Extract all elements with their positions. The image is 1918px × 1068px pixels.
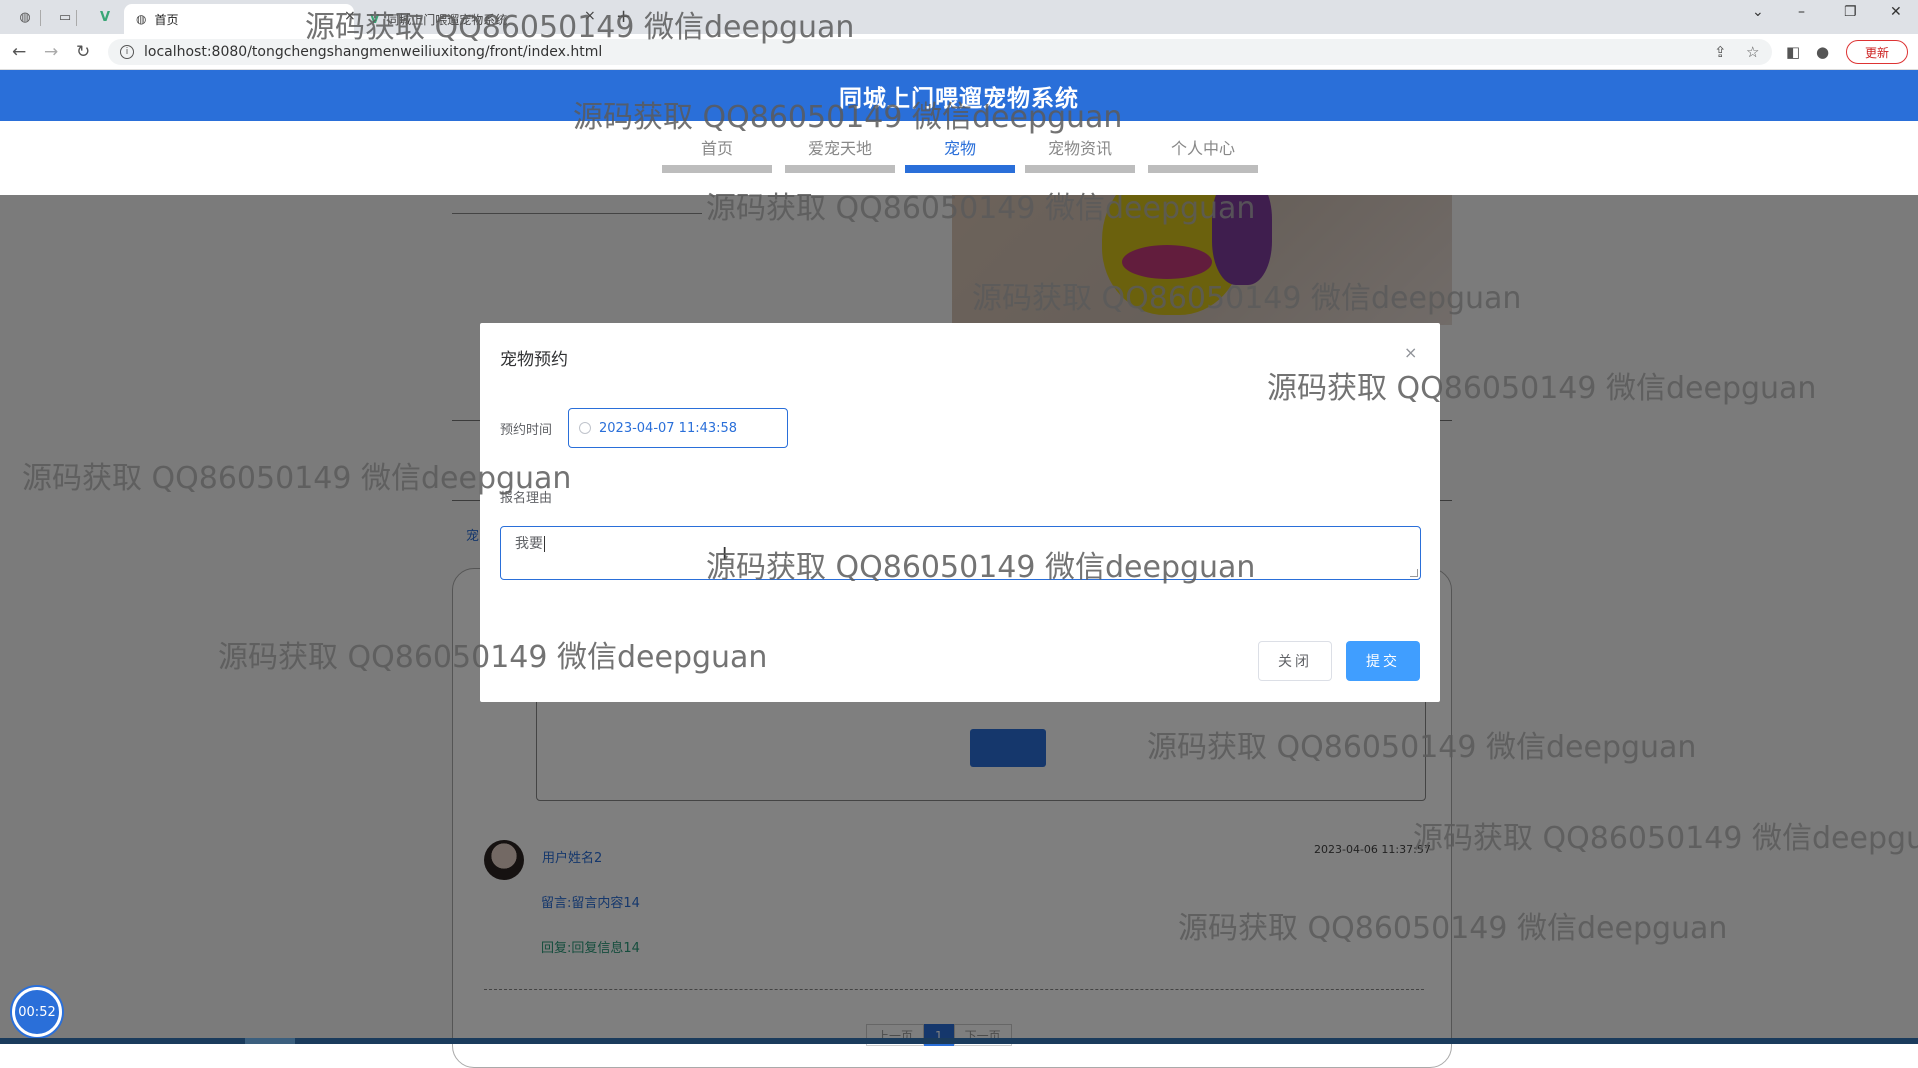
- nav-underline-active: [905, 165, 1015, 173]
- pet-booking-dialog: 宠物预约 × 预约时间 2023-04-07 11:43:58 报名理由 我要 …: [480, 323, 1440, 702]
- booking-time-label: 预约时间: [500, 423, 553, 438]
- taskbar-strip: [0, 1038, 1918, 1044]
- reason-text: 我要: [515, 536, 543, 552]
- vue-logo-icon: V: [370, 12, 380, 26]
- minimize-icon[interactable]: –: [1798, 4, 1805, 20]
- nav-home[interactable]: 首页: [662, 135, 772, 173]
- taskbar-segment: [245, 1038, 295, 1044]
- close-tab-icon[interactable]: ×: [344, 8, 356, 24]
- nav-label: 宠物: [943, 139, 976, 158]
- nav-label: 宠物资讯: [1047, 139, 1112, 158]
- browser-tab-bar: ◍ ▭ V ◍ 首页 × V 同城上门喂遛宠物系统 × + ⌄ – ❐ ✕: [0, 0, 1918, 34]
- url-field[interactable]: i localhost:8080/tongchengshangmenweiliu…: [108, 39, 1772, 65]
- tab-divider: [76, 10, 77, 26]
- nav-label: 爱宠天地: [807, 139, 872, 158]
- booking-time-value: 2023-04-07 11:43:58: [599, 420, 738, 436]
- site-info-icon[interactable]: i: [120, 45, 134, 59]
- close-window-icon[interactable]: ✕: [1890, 4, 1902, 20]
- clock-icon: [579, 422, 591, 434]
- reload-icon[interactable]: ↻: [76, 42, 90, 62]
- address-bar-row: ← → ↻ i localhost:8080/tongchengshangmen…: [0, 34, 1918, 70]
- tab-title: 同城上门喂遛宠物系统: [387, 12, 508, 27]
- nav-label: 首页: [700, 139, 733, 158]
- nav-underline: [785, 165, 895, 173]
- browser-update-button[interactable]: 更新: [1846, 40, 1908, 64]
- globe-icon[interactable]: ◍: [16, 8, 34, 26]
- tab-home[interactable]: ◍ 首页: [124, 4, 354, 34]
- nav-pet-world[interactable]: 爱宠天地: [785, 135, 895, 173]
- timer-text: 00:52: [18, 1004, 56, 1020]
- tab-title: 首页: [154, 12, 179, 27]
- nav-pets[interactable]: 宠物: [905, 135, 1015, 173]
- tab-pet-system[interactable]: V 同城上门喂遛宠物系统: [370, 4, 507, 34]
- new-tab-icon[interactable]: +: [616, 6, 631, 27]
- top-navigation: 首页 爱宠天地 宠物 宠物资讯 个人中心: [0, 121, 1918, 195]
- nav-underline: [662, 165, 772, 173]
- reason-textarea[interactable]: 我要: [500, 526, 1421, 580]
- reason-label: 报名理由: [500, 491, 553, 506]
- close-button[interactable]: 关闭: [1258, 641, 1332, 681]
- blank-page-icon[interactable]: ▭: [56, 8, 74, 26]
- vue-logo-icon[interactable]: V: [96, 8, 114, 26]
- tab-search-chevron-icon[interactable]: ⌄: [1752, 4, 1764, 20]
- url-text: localhost:8080/tongchengshangmenweiliuxi…: [144, 44, 603, 60]
- forward-icon[interactable]: →: [44, 42, 58, 62]
- text-caret: [544, 536, 545, 552]
- tab-divider: [40, 10, 41, 26]
- nav-user-center[interactable]: 个人中心: [1148, 135, 1258, 173]
- close-icon[interactable]: ×: [1404, 343, 1417, 362]
- booking-time-picker[interactable]: 2023-04-07 11:43:58: [568, 408, 788, 448]
- nav-underline: [1148, 165, 1258, 173]
- nav-underline: [1025, 165, 1135, 173]
- globe-icon: ◍: [136, 12, 147, 26]
- nav-label: 个人中心: [1170, 139, 1235, 158]
- profile-avatar-icon[interactable]: ●: [1816, 43, 1829, 61]
- site-header: 同城上门喂遛宠物系统: [0, 70, 1918, 121]
- back-icon[interactable]: ←: [12, 42, 26, 62]
- site-title: 同城上门喂遛宠物系统: [839, 85, 1079, 112]
- dialog-title: 宠物预约: [500, 350, 568, 370]
- text-cursor-icon: I: [722, 544, 728, 565]
- resize-handle-icon[interactable]: [1410, 569, 1418, 577]
- recording-timer[interactable]: 00:52: [12, 987, 62, 1037]
- nav-pet-news[interactable]: 宠物资讯: [1025, 135, 1135, 173]
- close-tab-icon[interactable]: ×: [584, 8, 596, 24]
- side-panel-icon[interactable]: ◧: [1786, 43, 1800, 61]
- submit-button[interactable]: 提交: [1346, 641, 1420, 681]
- bookmark-star-icon[interactable]: ☆: [1746, 43, 1759, 61]
- share-icon[interactable]: ⇪: [1714, 43, 1727, 61]
- restore-icon[interactable]: ❐: [1844, 4, 1857, 20]
